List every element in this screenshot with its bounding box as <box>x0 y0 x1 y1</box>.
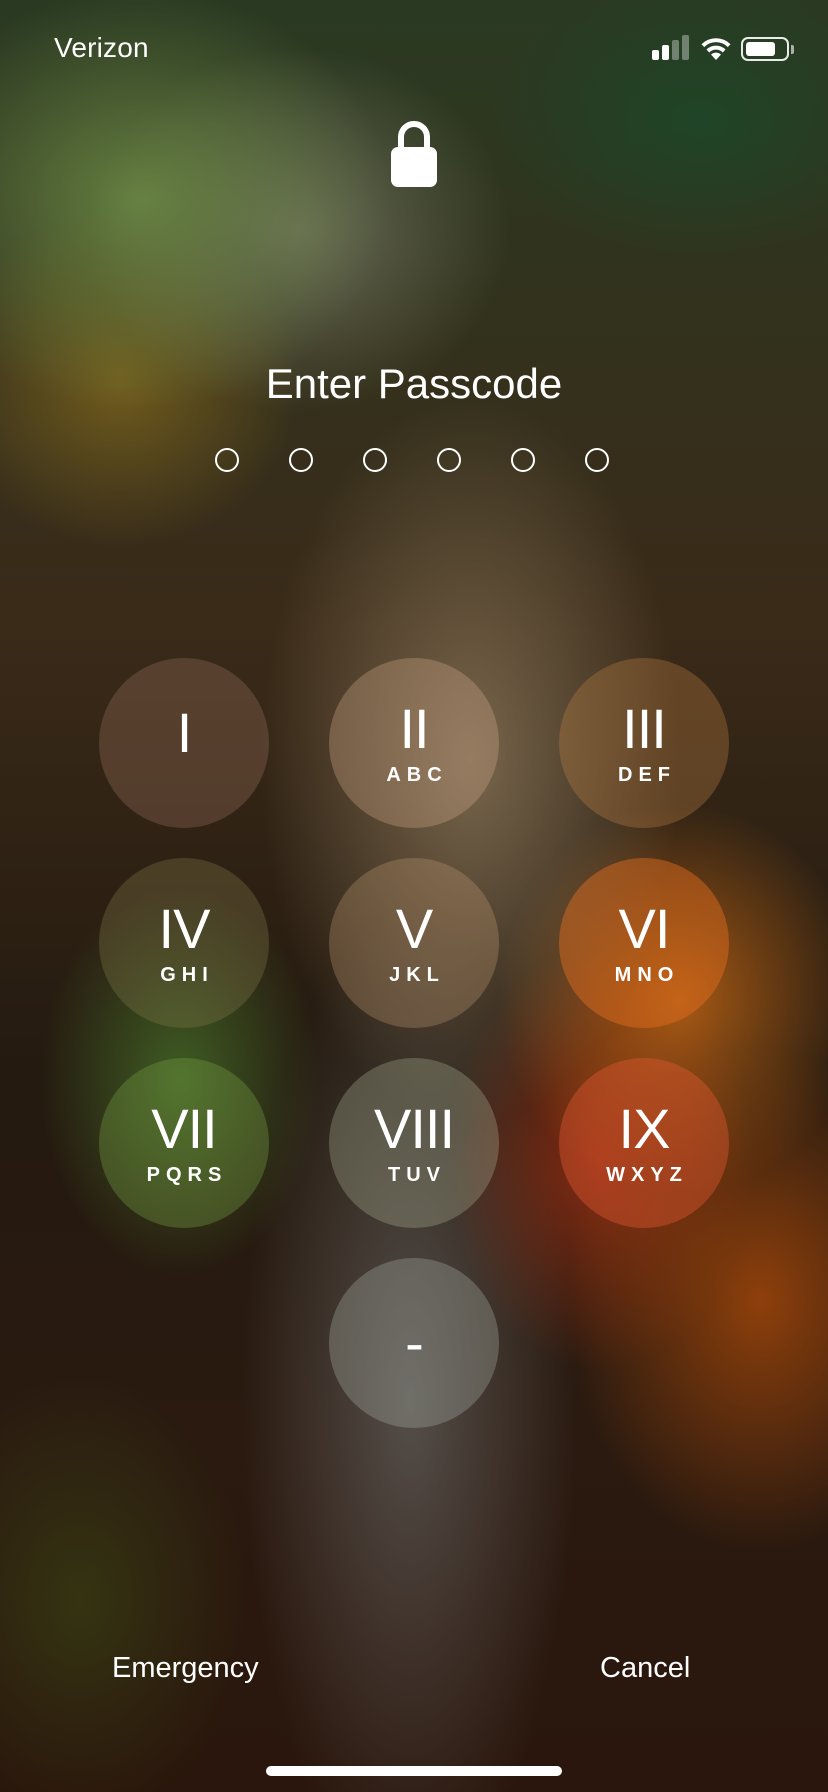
carrier-label: Verizon <box>54 32 149 63</box>
key-letters: TUV <box>388 1164 446 1186</box>
keypad-key-8[interactable]: VIII TUV <box>329 1058 499 1228</box>
passcode-dot <box>363 448 387 472</box>
battery-icon <box>741 37 789 61</box>
keypad-key-2[interactable]: II ABC <box>329 658 499 828</box>
key-digit: - <box>405 1311 424 1374</box>
wifi-icon <box>701 38 731 60</box>
keypad-key-6[interactable]: VI MNO <box>559 858 729 1028</box>
cancel-button[interactable]: Cancel <box>600 1652 690 1685</box>
key-digit: III <box>622 697 667 760</box>
key-digit: II <box>399 697 429 760</box>
keypad-key-0[interactable]: - <box>329 1258 499 1428</box>
keypad-key-7[interactable]: VII PQRS <box>99 1058 269 1228</box>
passcode-dot <box>215 448 239 472</box>
keypad-key-1[interactable]: I <box>99 658 269 828</box>
key-letters: JKL <box>389 964 445 986</box>
keypad-key-9[interactable]: IX WXYZ <box>559 1058 729 1228</box>
key-digit: I <box>176 701 193 764</box>
battery-level <box>746 42 775 56</box>
keypad-key-5[interactable]: V JKL <box>329 858 499 1028</box>
key-digit: IX <box>618 1097 671 1160</box>
home-indicator[interactable] <box>266 1766 562 1776</box>
signal-bars-icon <box>652 35 692 60</box>
passcode-dot <box>289 448 313 472</box>
key-letters: MNO <box>614 964 680 986</box>
passcode-dots <box>215 448 615 476</box>
key-digit: VI <box>618 897 671 960</box>
key-letters: PQRS <box>146 1164 228 1186</box>
key-letters: DEF <box>618 764 676 786</box>
key-letters: WXYZ <box>606 1164 688 1186</box>
key-letters: GHI <box>160 964 214 986</box>
key-letters: ABC <box>386 764 448 786</box>
key-digit: VII <box>151 1097 217 1160</box>
page-title: Enter Passcode <box>265 360 563 407</box>
battery-cap <box>791 45 794 54</box>
key-digit: V <box>395 897 433 960</box>
keypad-key-3[interactable]: III DEF <box>559 658 729 828</box>
passcode-dot <box>511 448 535 472</box>
passcode-dot <box>585 448 609 472</box>
emergency-button[interactable]: Emergency <box>112 1652 259 1685</box>
status-bar: Verizon <box>0 0 828 100</box>
passcode-dot <box>437 448 461 472</box>
key-digit: IV <box>158 897 211 960</box>
keypad-key-4[interactable]: IV GHI <box>99 858 269 1028</box>
key-digit: VIII <box>373 1097 455 1160</box>
lock-screen: Verizon Enter Passcode I II ABC III DEF … <box>0 0 828 1792</box>
lock-icon <box>391 121 437 187</box>
